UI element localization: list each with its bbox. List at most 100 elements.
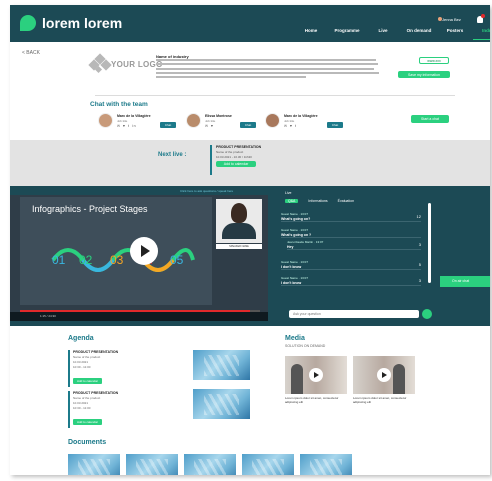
media-caption: Lorem ipsum dolor sit amet, consectetur … <box>353 396 407 404</box>
next-live-subtitle: Name of the product <box>216 150 244 154</box>
qa-user: Guest Name · 13:07 <box>281 228 309 232</box>
qa-user: Guest Name · 13:07 <box>281 212 309 216</box>
agenda-title: Agenda <box>68 335 94 342</box>
top-header: lorem lorem Home Programme Live On deman… <box>10 5 490 42</box>
agenda-item-date: 10.03.2021 <box>73 360 89 364</box>
document-thumbnail[interactable] <box>300 454 352 475</box>
nav-industry[interactable]: Industry <box>473 28 490 40</box>
nav-live[interactable]: Live <box>365 28 401 40</box>
qa-item: Guest Name · 13:07 I don't know 5 <box>281 260 421 270</box>
nav-home[interactable]: Home <box>293 28 329 40</box>
infographic-stages: 01 02 03 04 05 <box>51 248 195 272</box>
qa-question: I don't know <box>281 281 302 285</box>
agenda-item: PRODUCT PRESENTATION Name of the product… <box>68 350 158 387</box>
avatar <box>186 113 201 128</box>
stage-label: 02 <box>79 253 93 267</box>
play-icon[interactable] <box>309 368 323 382</box>
qa-question: What's going on? <box>281 217 311 221</box>
team-member: Marc de la Villagière Job title ✉ ♥ t Ch… <box>265 113 345 131</box>
question-input[interactable]: Ask your question <box>289 310 419 318</box>
video-time: 1:15 / 24:30 <box>40 314 56 318</box>
back-link[interactable]: < BACK <box>22 50 40 56</box>
agenda-thumbnail[interactable] <box>193 389 250 419</box>
media-caption: Lorem ipsum dolor sit amet, consectetur … <box>285 396 339 404</box>
social-icons[interactable]: ✉ ♥ t <box>284 124 297 128</box>
live-label: Live <box>285 191 292 195</box>
stage-label: 05 <box>170 253 184 267</box>
qa-like-count[interactable]: 12 <box>417 214 421 219</box>
start-chat-button[interactable]: Start a chat <box>411 115 449 123</box>
qa-item: Guest Name · 13:07 I don't know 3 <box>281 276 421 286</box>
document-thumbnail[interactable] <box>68 454 120 475</box>
agenda-item-subtitle: Name of the product <box>73 396 101 400</box>
chat-bubble-logo-icon <box>20 15 36 31</box>
ask-questions-link[interactable]: Click here to ask questions / speak here <box>180 189 233 193</box>
add-to-calendar-button[interactable]: Add to calendar <box>73 378 103 384</box>
qa-like-count[interactable]: 3 <box>419 242 421 247</box>
qa-question: What's going on ? <box>281 233 312 237</box>
play-icon[interactable] <box>377 368 391 382</box>
tab-informations[interactable]: Informations <box>308 199 327 203</box>
agenda-item-time: 10:30 - 11:00 <box>73 406 91 410</box>
qa-item: Guest Name · 13:07 What's going on ? <box>281 228 421 238</box>
chat-button[interactable]: Chat <box>327 122 343 128</box>
member-name: Marc de la Villagière <box>284 114 318 118</box>
member-name: Elissa Montrose <box>205 114 232 118</box>
qa-user: Guest Name · 13:07 <box>281 260 309 264</box>
tab-evaluation[interactable]: Évaluation <box>338 199 354 203</box>
chat-button[interactable]: Chat <box>240 122 256 128</box>
nav-on-demand[interactable]: On demand <box>401 28 437 40</box>
user-name[interactable]: Jenna Bez <box>442 17 461 22</box>
add-to-calendar-button[interactable]: Add to calendar <box>73 419 103 425</box>
document-thumbnail[interactable] <box>242 454 294 475</box>
document-thumbnail[interactable] <box>184 454 236 475</box>
agenda-item-subtitle: Name of the product <box>73 355 101 359</box>
next-live-title: PRODUCT PRESENTATION <box>216 145 262 149</box>
qa-like-count[interactable]: 5 <box>419 262 421 267</box>
main-nav: Home Programme Live On demand Posters In… <box>293 28 490 40</box>
company-logo-text: YOUR LOGO <box>111 60 163 69</box>
page-frame: lorem lorem Home Programme Live On deman… <box>10 5 490 475</box>
qa-tabs: Q&A Informations Évaluation <box>285 199 354 203</box>
media-video-card[interactable] <box>285 356 347 394</box>
qa-panel: Live Q&A Informations Évaluation Guest N… <box>281 188 435 321</box>
divider <box>95 95 455 96</box>
member-name: Marc de la Villagière <box>117 114 151 118</box>
next-live-card: PRODUCT PRESENTATION Name of the product… <box>210 145 270 175</box>
website-button[interactable]: www.xxx <box>419 57 449 64</box>
team-section-title: Chat with the team <box>90 101 148 108</box>
company-logo-icon <box>88 53 112 74</box>
member-role: Job title <box>117 119 128 123</box>
play-icon[interactable] <box>130 237 158 265</box>
qa-like-count[interactable]: 3 <box>419 278 421 283</box>
agenda-item-date: 10.03.2021 <box>73 401 89 405</box>
nav-posters[interactable]: Posters <box>437 28 473 40</box>
add-to-calendar-button[interactable]: Add to calendar <box>216 161 256 167</box>
qa-reply: Jean-Claude Martin · 13:07 Hey 3 <box>287 240 421 250</box>
chat-button[interactable]: Chat <box>160 122 176 128</box>
save-info-button[interactable]: Save my information <box>398 71 450 78</box>
on-air-chat-button[interactable]: On air chat <box>440 276 490 287</box>
notification-badge <box>481 14 485 18</box>
team-member: Elissa Montrose Job title ✉ ♥ Chat <box>186 113 266 131</box>
media-subtitle: SOLUTION ON DEMAND <box>285 344 326 348</box>
avatar <box>265 113 280 128</box>
person-figure <box>393 364 405 394</box>
brand-name[interactable]: lorem lorem <box>42 15 122 31</box>
social-icons[interactable]: ✉ ♥ t in <box>117 124 137 128</box>
agenda-item-title: PRODUCT PRESENTATION <box>73 350 119 354</box>
agenda-thumbnail[interactable] <box>193 350 250 380</box>
document-thumbnail[interactable] <box>126 454 178 475</box>
qa-user: Guest Name · 13:07 <box>281 276 309 280</box>
send-icon[interactable] <box>422 309 432 319</box>
qa-item: Guest Name · 13:07 What's going on? 12 <box>281 212 421 222</box>
member-role: Job title <box>284 119 295 123</box>
nav-programme[interactable]: Programme <box>329 28 365 40</box>
avatar <box>98 113 113 128</box>
media-video-card[interactable] <box>353 356 415 394</box>
agenda-item-time: 10:30 - 11:00 <box>73 365 91 369</box>
social-icons[interactable]: ✉ ♥ <box>205 124 214 128</box>
tab-qa[interactable]: Q&A <box>285 199 299 203</box>
agenda-item: PRODUCT PRESENTATION Name of the product… <box>68 391 158 428</box>
qa-scrollbar[interactable] <box>428 203 431 283</box>
